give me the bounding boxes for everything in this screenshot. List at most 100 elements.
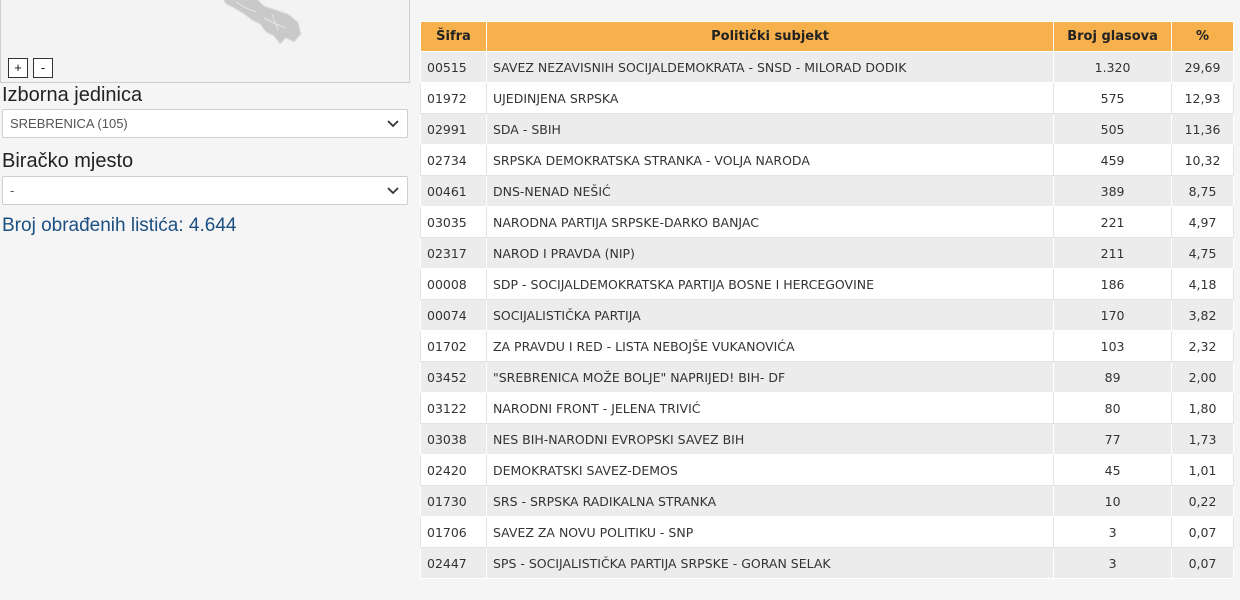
- cell-code: 01972: [420, 82, 487, 114]
- cell-subject: UJEDINJENA SRPSKA: [485, 82, 1055, 114]
- cell-votes: 89: [1053, 361, 1173, 393]
- table-row: 00008 SDP - SOCIJALDEMOKRATSKA PARTIJA BO…: [420, 268, 1234, 300]
- table-row: 03122 NARODNI FRONT - JELENA TRIVIĆ 80 1,80: [420, 392, 1234, 424]
- station-select-value: -: [10, 183, 15, 198]
- processed-ballots-count: Broj obrađenih listića: 4.644: [2, 215, 237, 236]
- chevron-down-icon: [387, 187, 399, 195]
- cell-percent: 10,32: [1171, 144, 1234, 176]
- cell-code: 03452: [420, 361, 487, 393]
- table-row: 03452 "SREBRENICA MOŽE BOLJE" NAPRIJED! B…: [420, 361, 1234, 393]
- cell-votes: 221: [1053, 206, 1173, 238]
- cell-subject: ZA PRAVDU I RED - LISTA NEBOJŠE VUKANOVI…: [485, 330, 1055, 362]
- map-region-shape: [222, 0, 302, 45]
- cell-code: 01702: [420, 330, 487, 362]
- table-row: 00461 DNS-NENAD NEŠIĆ 389 8,75: [420, 175, 1234, 207]
- cell-subject: DEMOKRATSKI SAVEZ-DEMOS: [485, 454, 1055, 486]
- table-row: 02420 DEMOKRATSKI SAVEZ-DEMOS 45 1,01: [420, 454, 1234, 486]
- cell-percent: 0,07: [1171, 547, 1234, 579]
- cell-votes: 389: [1053, 175, 1173, 207]
- station-label: Biračko mjesto: [2, 150, 134, 172]
- cell-subject: SDP - SOCIJALDEMOKRATSKA PARTIJA BOSNE I…: [485, 268, 1055, 300]
- header-subject[interactable]: Politički subjekt: [485, 21, 1055, 52]
- header-code[interactable]: Šifra: [420, 21, 487, 52]
- cell-code: 00461: [420, 175, 487, 207]
- cell-percent: 2,32: [1171, 330, 1234, 362]
- cell-votes: 103: [1053, 330, 1173, 362]
- cell-subject: SPS - SOCIJALISTIČKA PARTIJA SRPSKE - GO…: [485, 547, 1055, 579]
- table-row: 00074 SOCIJALISTIČKA PARTIJA 170 3,82: [420, 299, 1234, 331]
- header-votes[interactable]: Broj glasova: [1053, 21, 1173, 52]
- cell-subject: NARODNI FRONT - JELENA TRIVIĆ: [485, 392, 1055, 424]
- table-row: 01706 SAVEZ ZA NOVU POLITIKU - SNP 3 0,07: [420, 516, 1234, 548]
- chevron-down-icon: [387, 120, 399, 128]
- cell-code: 01706: [420, 516, 487, 548]
- cell-votes: 505: [1053, 113, 1173, 145]
- cell-code: 03038: [420, 423, 487, 455]
- cell-subject: NAROD I PRAVDA (NIP): [485, 237, 1055, 269]
- cell-subject: NARODNA PARTIJA SRPSKE-DARKO BANJAC: [485, 206, 1055, 238]
- cell-code: 00074: [420, 299, 487, 331]
- map-panel[interactable]: + -: [0, 0, 410, 83]
- cell-percent: 1,80: [1171, 392, 1234, 424]
- cell-percent: 4,18: [1171, 268, 1234, 300]
- cell-percent: 11,36: [1171, 113, 1234, 145]
- cell-percent: 1,01: [1171, 454, 1234, 486]
- results-table: Šifra Politički subjekt Broj glasova % 0…: [420, 21, 1234, 579]
- cell-percent: 4,75: [1171, 237, 1234, 269]
- table-row: 01730 SRS - SRPSKA RADIKALNA STRANKA 10 0,2…: [420, 485, 1234, 517]
- cell-code: 03035: [420, 206, 487, 238]
- cell-votes: 10: [1053, 485, 1173, 517]
- table-row: 03035 NARODNA PARTIJA SRPSKE-DARKO BANJAC…: [420, 206, 1234, 238]
- table-row: 00515 SAVEZ NEZAVISNIH SOCIJALDEMOKRATA -…: [420, 51, 1234, 83]
- unit-label: Izborna jedinica: [2, 84, 143, 106]
- cell-percent: 12,93: [1171, 82, 1234, 114]
- cell-code: 02991: [420, 113, 487, 145]
- cell-votes: 211: [1053, 237, 1173, 269]
- unit-select-value: SREBRENICA (105): [10, 116, 128, 131]
- cell-subject: SAVEZ NEZAVISNIH SOCIJALDEMOKRATA - SNSD…: [485, 51, 1055, 83]
- cell-percent: 29,69: [1171, 51, 1234, 83]
- cell-votes: 80: [1053, 392, 1173, 424]
- cell-votes: 3: [1053, 547, 1173, 579]
- cell-code: 02447: [420, 547, 487, 579]
- station-select[interactable]: -: [2, 176, 408, 205]
- zoom-out-button[interactable]: -: [33, 58, 53, 78]
- cell-code: 03122: [420, 392, 487, 424]
- cell-votes: 45: [1053, 454, 1173, 486]
- cell-percent: 8,75: [1171, 175, 1234, 207]
- cell-subject: SAVEZ ZA NOVU POLITIKU - SNP: [485, 516, 1055, 548]
- table-row: 02317 NAROD I PRAVDA (NIP) 211 4,75: [420, 237, 1234, 269]
- zoom-in-button[interactable]: +: [8, 58, 28, 78]
- cell-code: 00008: [420, 268, 487, 300]
- cell-votes: 3: [1053, 516, 1173, 548]
- cell-subject: SRPSKA DEMOKRATSKA STRANKA - VOLJA NAROD…: [485, 144, 1055, 176]
- cell-subject: SOCIJALISTIČKA PARTIJA: [485, 299, 1055, 331]
- cell-percent: 2,00: [1171, 361, 1234, 393]
- cell-votes: 170: [1053, 299, 1173, 331]
- table-row: 01702 ZA PRAVDU I RED - LISTA NEBOJŠE VUK…: [420, 330, 1234, 362]
- cell-votes: 575: [1053, 82, 1173, 114]
- results-body: 00515 SAVEZ NEZAVISNIH SOCIJALDEMOKRATA -…: [420, 51, 1234, 579]
- cell-subject: NES BIH-NARODNI EVROPSKI SAVEZ BIH: [485, 423, 1055, 455]
- cell-subject: DNS-NENAD NEŠIĆ: [485, 175, 1055, 207]
- table-row: 03038 NES BIH-NARODNI EVROPSKI SAVEZ BIH 7…: [420, 423, 1234, 455]
- unit-select[interactable]: SREBRENICA (105): [2, 109, 408, 138]
- cell-code: 00515: [420, 51, 487, 83]
- table-header-row: Šifra Politički subjekt Broj glasova %: [420, 21, 1234, 52]
- cell-percent: 0,07: [1171, 516, 1234, 548]
- cell-percent: 3,82: [1171, 299, 1234, 331]
- cell-votes: 77: [1053, 423, 1173, 455]
- cell-votes: 459: [1053, 144, 1173, 176]
- table-row: 02447 SPS - SOCIJALISTIČKA PARTIJA SRPSKE…: [420, 547, 1234, 579]
- cell-code: 01730: [420, 485, 487, 517]
- cell-percent: 0,22: [1171, 485, 1234, 517]
- cell-percent: 4,97: [1171, 206, 1234, 238]
- cell-code: 02420: [420, 454, 487, 486]
- cell-votes: 186: [1053, 268, 1173, 300]
- cell-code: 02734: [420, 144, 487, 176]
- cell-code: 02317: [420, 237, 487, 269]
- table-row: 01972 UJEDINJENA SRPSKA 575 12,93: [420, 82, 1234, 114]
- table-row: 02991 SDA - SBIH 505 11,36: [420, 113, 1234, 145]
- table-row: 02734 SRPSKA DEMOKRATSKA STRANKA - VOLJA …: [420, 144, 1234, 176]
- header-percent[interactable]: %: [1171, 21, 1234, 52]
